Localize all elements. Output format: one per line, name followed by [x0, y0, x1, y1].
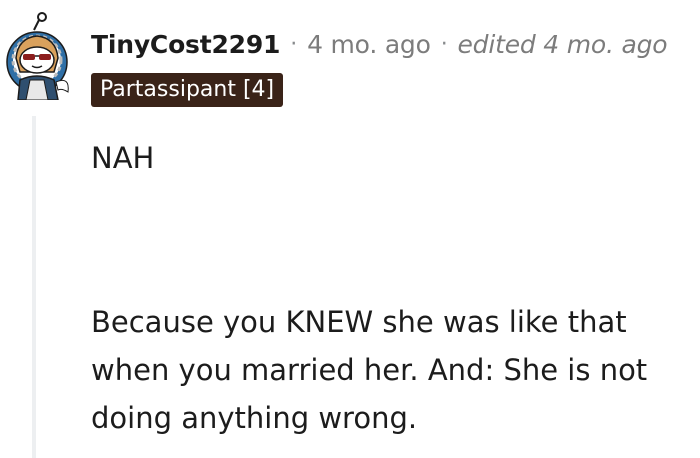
comment: TinyCost2291 · 4 mo. ago · edited 4 mo. … — [0, 0, 700, 458]
snoo-avatar-icon — [6, 12, 69, 101]
edited-timestamp: edited 4 mo. ago — [457, 29, 668, 59]
comment-paragraph-1: NAH — [91, 141, 155, 175]
username-link[interactable]: TinyCost2291 — [91, 30, 280, 59]
meta-separator-2: · — [440, 31, 448, 57]
thread-collapse-line[interactable] — [32, 116, 36, 458]
meta-separator: · — [290, 31, 298, 57]
user-avatar[interactable] — [4, 12, 74, 101]
comment-meta: TinyCost2291 · 4 mo. ago · edited 4 mo. … — [91, 24, 668, 64]
post-timestamp[interactable]: 4 mo. ago — [307, 30, 431, 59]
user-flair-badge: Partassipant [4] — [91, 73, 284, 107]
comment-paragraph-2: Because you KNEW she was like that when … — [91, 305, 648, 435]
